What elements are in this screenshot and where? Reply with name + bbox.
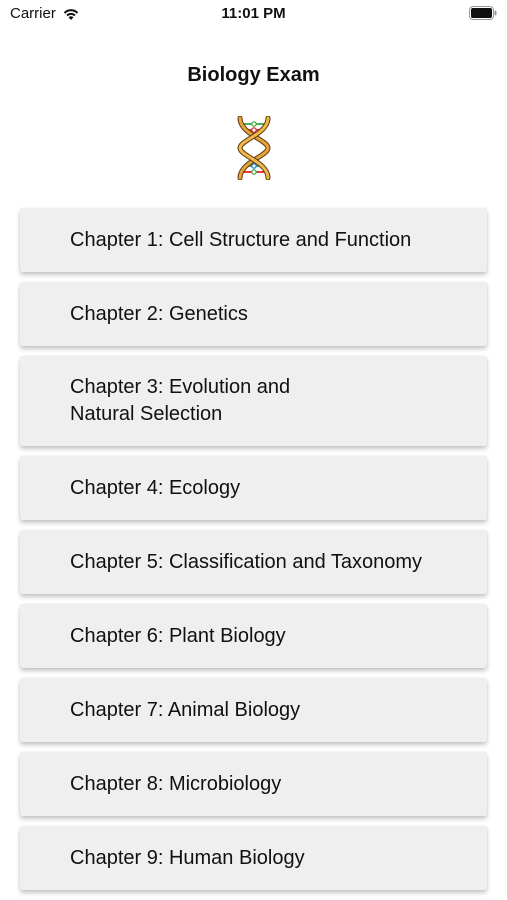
chapter-1-label: Chapter 1: Cell Structure and Function — [70, 228, 412, 251]
dna-icon — [237, 116, 271, 180]
chapter-2-button[interactable]: Chapter 2: Genetics — [20, 282, 487, 346]
chapter-4-label: Chapter 4: Ecology — [70, 476, 241, 499]
page-title: Biology Exam — [187, 64, 320, 86]
status-bar: Carrier 11:01 PM — [0, 0, 507, 28]
chapter-8-label: Chapter 8: Microbiology — [70, 772, 282, 795]
chapter-5-label: Chapter 5: Classification and Taxonomy — [70, 550, 423, 573]
chapter-9-button[interactable]: Chapter 9: Human Biology — [20, 826, 487, 890]
chapter-8-button[interactable]: Chapter 8: Microbiology — [20, 752, 487, 816]
chapter-3-label: Chapter 3: Evolution and Natural Selecti… — [70, 376, 291, 425]
chapter-1-button[interactable]: Chapter 1: Cell Structure and Function — [20, 208, 487, 272]
chapter-7-button[interactable]: Chapter 7: Animal Biology — [20, 678, 487, 742]
chapter-6-button[interactable]: Chapter 6: Plant Biology — [20, 604, 487, 668]
chapter-list: Chapter 1: Cell Structure and Function C… — [20, 208, 487, 900]
battery-icon — [469, 6, 497, 20]
chapter-6-label: Chapter 6: Plant Biology — [70, 624, 286, 647]
chapter-7-label: Chapter 7: Animal Biology — [70, 698, 301, 721]
chapter-9-label: Chapter 9: Human Biology — [70, 846, 305, 869]
chapter-3-button[interactable]: Chapter 3: Evolution and Natural Selecti… — [20, 356, 487, 446]
chapter-5-button[interactable]: Chapter 5: Classification and Taxonomy — [20, 530, 487, 594]
clock: 11:01 PM — [221, 5, 286, 22]
chapter-2-label: Chapter 2: Genetics — [70, 302, 248, 325]
chapter-4-button[interactable]: Chapter 4: Ecology — [20, 456, 487, 520]
